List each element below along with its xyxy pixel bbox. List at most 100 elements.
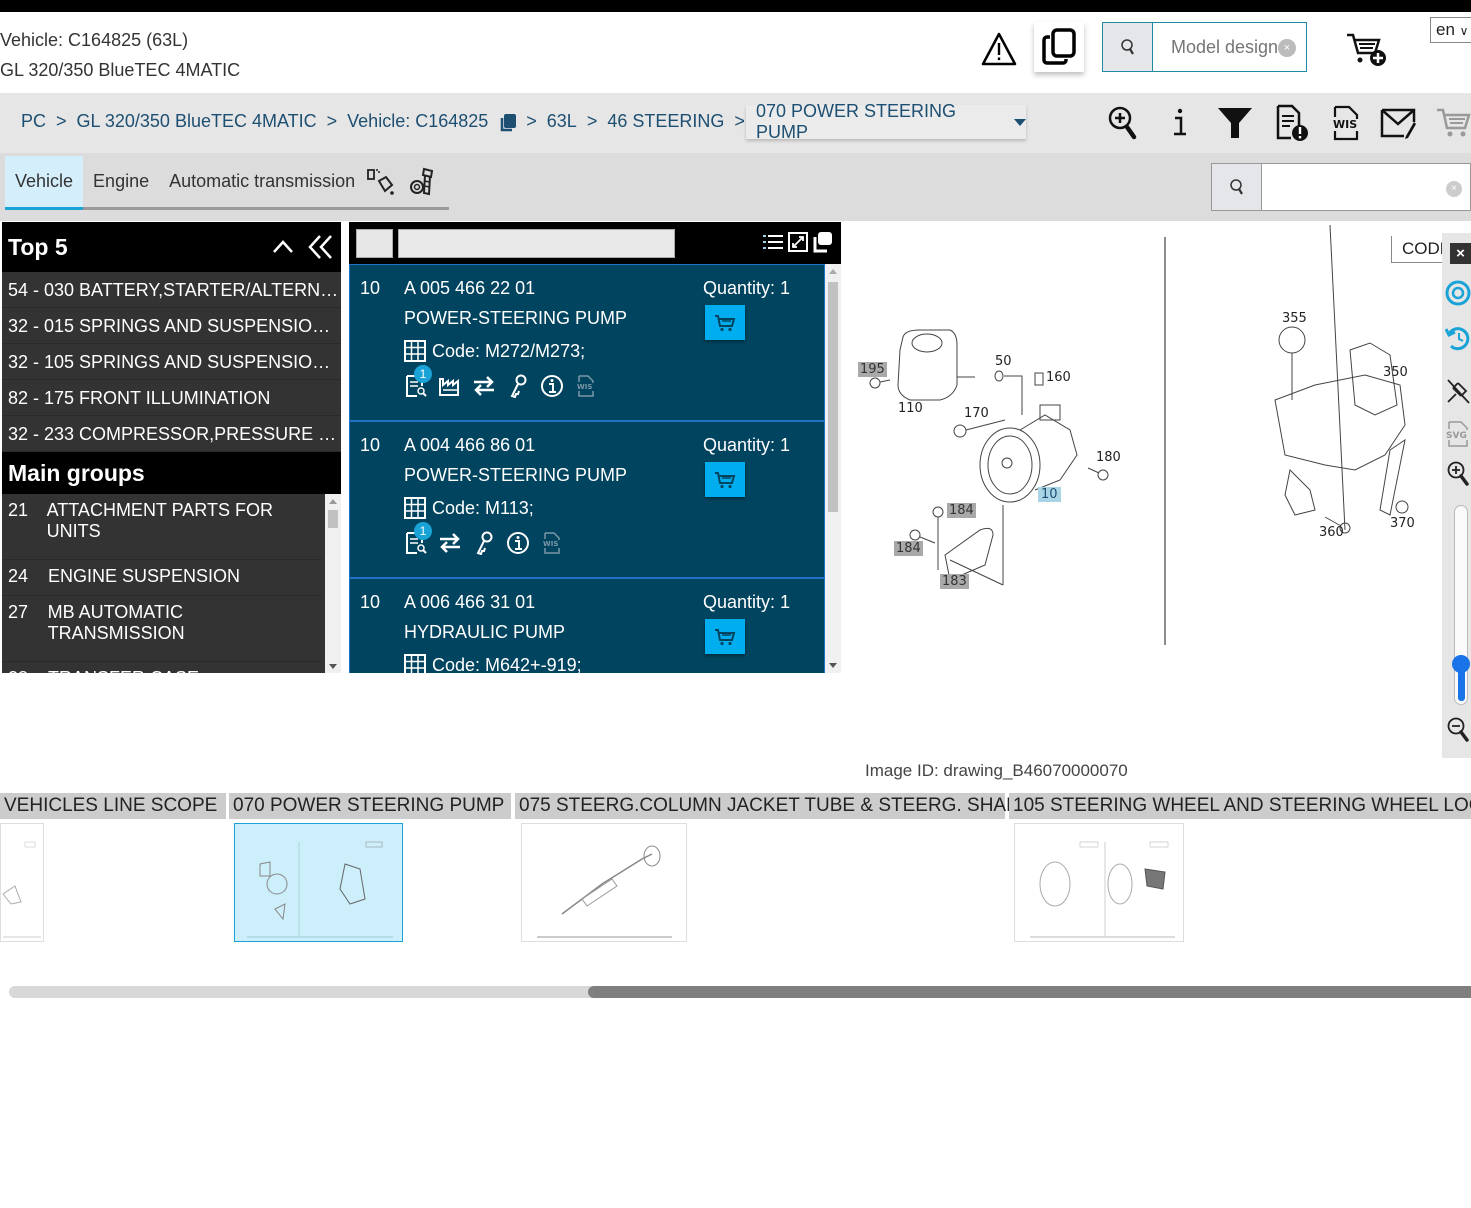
thumbnail-image[interactable] [521,823,687,942]
detach-window-icon[interactable] [811,231,833,253]
tab-engine[interactable]: Engine [83,156,159,207]
parts-scrollbar[interactable] [825,264,841,673]
callout-160[interactable]: 160 [1046,370,1071,385]
zoom-slider-handle[interactable] [1452,655,1470,673]
thumbnail-group[interactable]: VEHICLES LINE SCOPE [0,793,226,942]
callout-355[interactable]: 355 [1282,311,1307,326]
key-icon[interactable] [472,530,496,556]
collapse-up-icon[interactable] [272,234,294,260]
thumbnail-label[interactable]: 105 STEERING WHEEL AND STEERING WHEEL LO… [1009,793,1471,819]
parts-search-input[interactable] [1262,164,1470,210]
thumbnail-label[interactable]: VEHICLES LINE SCOPE [0,793,226,819]
model-search-button[interactable] [1103,23,1153,71]
model-search[interactable]: × [1102,22,1307,72]
wis-icon[interactable]: WIS [574,373,598,399]
callout-10[interactable]: 10 [1038,487,1061,502]
part-row[interactable]: 10 A 006 466 31 01 HYDRAULIC PUMP Code: … [349,578,825,673]
thumbnail-label[interactable]: 070 POWER STEERING PUMP [229,793,511,819]
add-to-cart-button[interactable] [705,619,745,654]
breadcrumb-item-model[interactable]: GL 320/350 BlueTEC 4MATIC [77,111,317,132]
key-icon[interactable] [506,373,530,399]
callout-110[interactable]: 110 [898,401,923,416]
zoom-in-icon[interactable] [1444,459,1471,489]
copy-vehicle-icon[interactable] [498,113,517,131]
mail-edit-icon[interactable] [1380,103,1420,143]
list-view-icon[interactable] [762,231,784,253]
clear-search-icon[interactable]: × [1278,39,1296,57]
tab-vehicle[interactable]: Vehicle [5,156,84,210]
filter-icon[interactable] [1215,103,1255,143]
zoom-in-icon[interactable] [1103,103,1143,143]
scroll-thumb[interactable] [328,510,338,528]
screw-nut-icon[interactable] [407,156,439,207]
subgroup-dropdown[interactable]: 070 POWER STEERING PUMP [746,101,1026,142]
top5-item[interactable]: 54 - 030 BATTERY,STARTER/ALTERNAT... [2,272,341,308]
svg-export-icon[interactable]: SVG [1444,419,1471,449]
main-group-item[interactable]: 27 MB AUTOMATIC TRANSMISSION [2,596,322,662]
paint-bucket-icon[interactable] [365,156,397,207]
thumbnail-scroll-thumb[interactable] [588,986,1471,998]
parts-search[interactable]: × [1211,163,1471,211]
zoom-out-icon[interactable] [1444,715,1471,745]
scroll-down-arrow[interactable] [829,663,837,668]
part-row[interactable]: 10 A 004 466 86 01 POWER-STEERING PUMP C… [349,421,825,578]
callout-370[interactable]: 370 [1390,516,1415,531]
parts-filter-input[interactable] [398,229,675,258]
add-to-cart-button[interactable] [705,462,745,497]
thumbnail-label[interactable]: 075 STEERG.COLUMN JACKET TUBE & STEERG. … [515,793,1029,819]
thumbnail-image[interactable] [0,823,44,942]
scroll-down-arrow[interactable] [329,664,337,669]
breadcrumb-item-vehicle[interactable]: Vehicle: C164825 [347,111,488,132]
info-circle-icon[interactable] [506,530,530,556]
breadcrumb-item-engine[interactable]: 63L [547,111,577,132]
callout-350[interactable]: 350 [1383,365,1408,380]
wis-icon[interactable]: WIS [540,530,564,556]
main-groups-scrollbar[interactable] [325,494,341,673]
unpin-icon[interactable] [1444,376,1471,406]
swap-icon[interactable] [472,373,496,399]
collapse-panel-icon[interactable] [308,234,334,266]
close-icon[interactable]: × [1450,243,1471,264]
callout-184[interactable]: 184 [947,503,976,518]
top5-item[interactable]: 32 - 233 COMPRESSOR,PRESSURE RE... [2,416,341,452]
thumbnail-image[interactable] [1014,823,1184,942]
scroll-thumb[interactable] [828,282,838,512]
breadcrumb-item-group[interactable]: 46 STEERING [607,111,724,132]
top5-item[interactable]: 82 - 175 FRONT ILLUMINATION [2,380,341,416]
part-row[interactable]: 10 A 005 466 22 01 POWER-STEERING PUMP C… [349,264,825,421]
copy-button[interactable] [1034,22,1084,72]
cart-icon[interactable] [1434,103,1471,143]
info-icon[interactable] [1160,103,1200,143]
callout-195[interactable]: 195 [858,362,887,377]
target-icon[interactable] [1444,278,1471,308]
top5-item[interactable]: 32 - 015 SPRINGS AND SUSPENSION,... [2,308,341,344]
breadcrumb-item-pc[interactable]: PC [21,111,46,132]
factory-icon[interactable] [438,373,462,399]
language-select[interactable]: en ∨ [1430,17,1471,43]
scroll-up-arrow[interactable] [829,269,837,274]
thumbnail-image[interactable] [234,823,403,942]
thumbnail-group[interactable]: 075 STEERG.COLUMN JACKET TUBE & STEERG. … [515,793,1029,942]
document-search-icon[interactable]: 1 [404,522,432,556]
callout-184[interactable]: 184 [894,541,923,556]
history-icon[interactable] [1444,323,1471,353]
document-search-icon[interactable]: 1 [404,365,432,399]
parts-search-button[interactable] [1212,164,1262,210]
callout-50[interactable]: 50 [995,354,1012,369]
wis-icon[interactable]: WIS [1326,103,1366,143]
top5-item[interactable]: 32 - 105 SPRINGS AND SUSPENSION,... [2,344,341,380]
callout-180[interactable]: 180 [1096,450,1121,465]
main-group-item[interactable]: 28 TRANSFER CASE [2,662,322,673]
main-group-item[interactable]: 24 ENGINE SUSPENSION [2,560,322,596]
add-to-cart-icon[interactable] [1345,30,1387,70]
scroll-up-arrow[interactable] [329,499,337,504]
parts-filter-box[interactable] [356,229,393,258]
exploded-drawing[interactable]: CODE 195 110 50 160 170 180 10 184 184 1… [845,225,1451,755]
warning-icon[interactable] [980,30,1018,68]
clear-search-icon[interactable]: × [1446,181,1462,197]
thumbnail-group[interactable]: 070 POWER STEERING PUMP [229,793,511,942]
info-circle-icon[interactable] [540,373,564,399]
add-to-cart-button[interactable] [705,305,745,340]
swap-icon[interactable] [438,530,462,556]
document-alert-icon[interactable] [1272,103,1312,143]
